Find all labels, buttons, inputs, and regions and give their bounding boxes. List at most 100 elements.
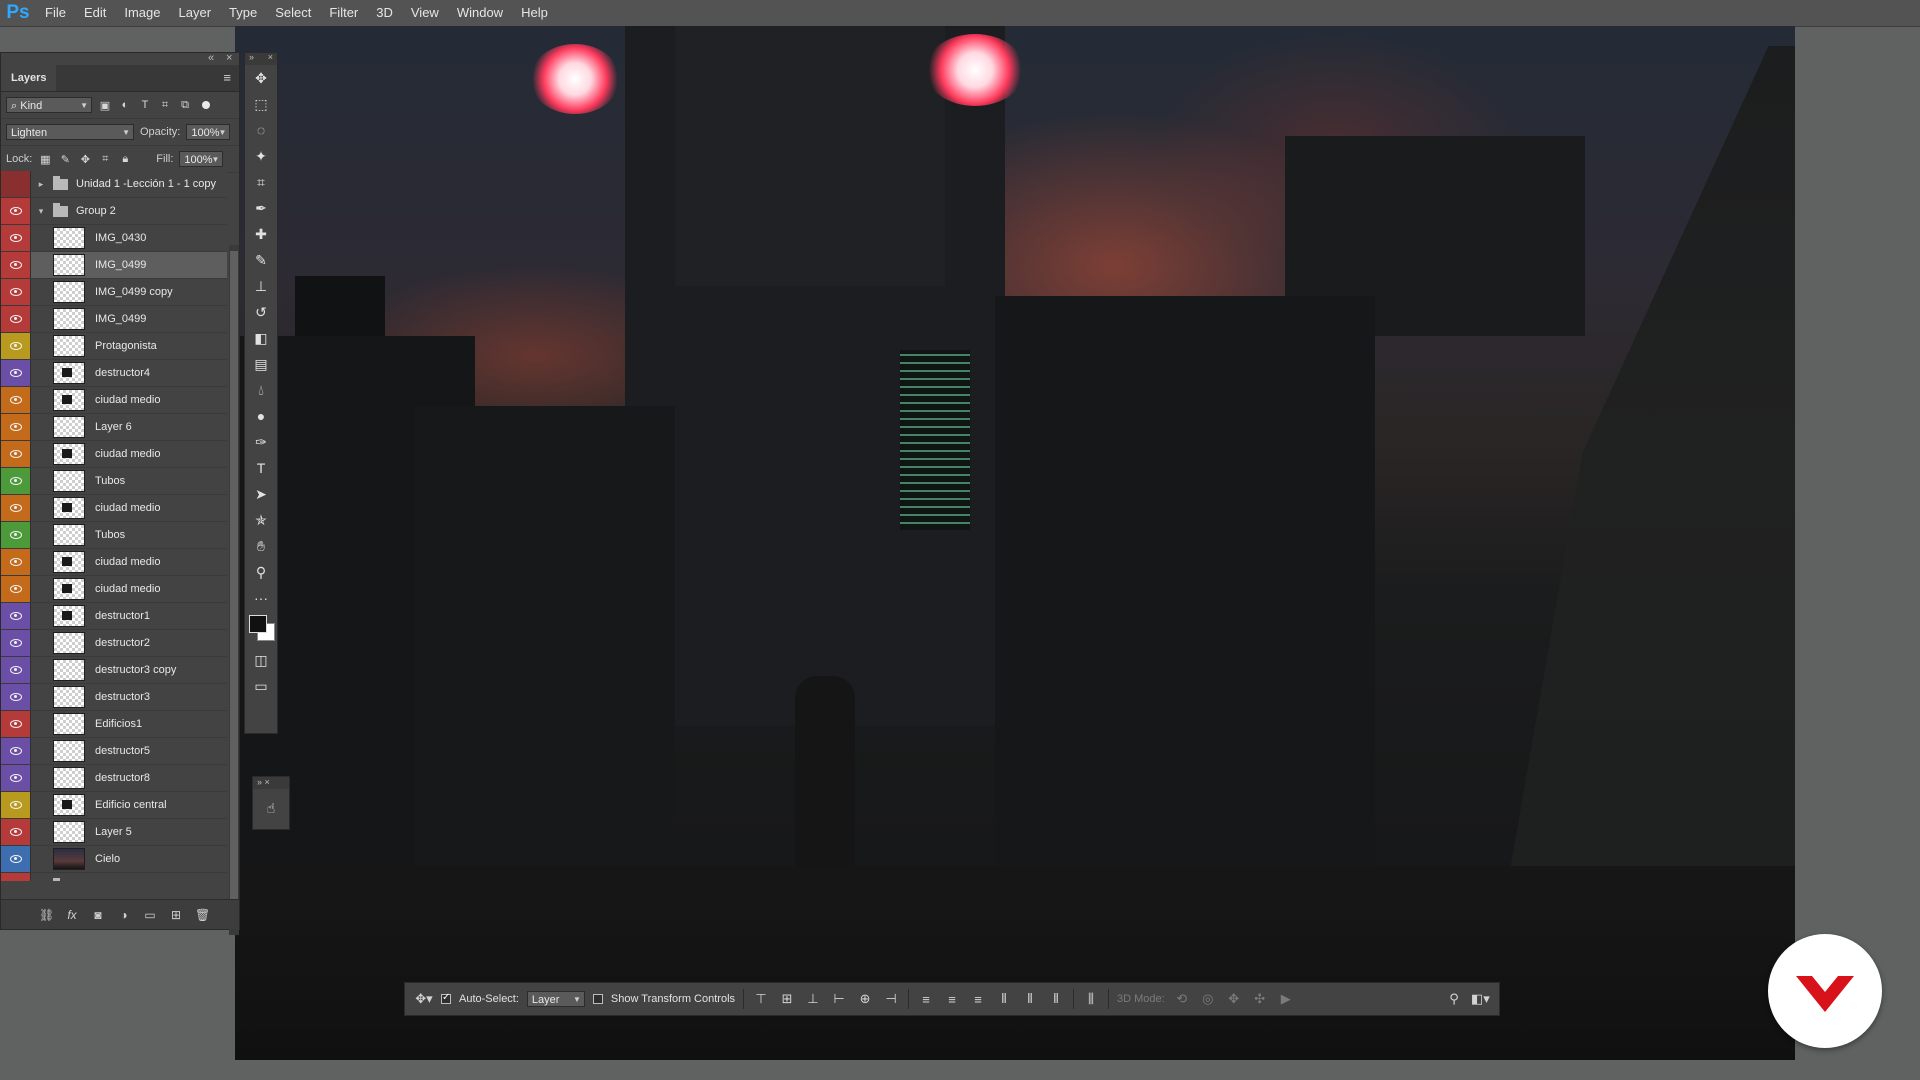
close-tools-icon[interactable]: × — [268, 52, 273, 62]
collapse-panel-icon[interactable]: « — [208, 52, 214, 64]
visibility-toggle[interactable] — [1, 711, 31, 737]
lock-image-icon[interactable]: ✎ — [58, 153, 72, 166]
auto-align-icon[interactable]: ⫼ — [1082, 991, 1100, 1007]
visibility-toggle[interactable] — [1, 171, 31, 197]
visibility-toggle[interactable] — [1, 387, 31, 413]
layer-row[interactable]: destructor2 — [1, 630, 227, 657]
eyedropper-tool-icon[interactable]: ✒ — [245, 195, 277, 221]
visibility-toggle[interactable] — [1, 657, 31, 683]
menu-help[interactable]: Help — [512, 0, 557, 26]
visibility-toggle[interactable] — [1, 684, 31, 710]
layer-row[interactable]: Layer 5 — [1, 819, 227, 846]
layer-group-row[interactable]: ▸ Group 1 — [1, 873, 227, 881]
distribute-top-icon[interactable]: ≡ — [917, 992, 935, 1007]
menu-window[interactable]: Window — [448, 0, 512, 26]
filter-kind-select[interactable]: ⌕ Kind ▼ — [6, 97, 92, 113]
menu-filter[interactable]: Filter — [320, 0, 367, 26]
move-tool-preset-icon[interactable]: ✥▾ — [415, 991, 433, 1007]
layer-row[interactable]: ciudad medio — [1, 549, 227, 576]
visibility-toggle[interactable] — [1, 279, 31, 305]
menu-layer[interactable]: Layer — [170, 0, 221, 26]
pen-tool-icon[interactable]: ✑ — [245, 429, 277, 455]
layer-row[interactable]: ciudad medio — [1, 441, 227, 468]
more-tools-icon[interactable]: ··· — [245, 585, 277, 611]
smart-object-filter-icon[interactable]: ⧉ — [178, 99, 192, 112]
lasso-tool-icon[interactable]: ◌ — [245, 117, 277, 143]
visibility-toggle[interactable] — [1, 468, 31, 494]
tab-layers[interactable]: Layers — [1, 65, 57, 91]
visibility-toggle[interactable] — [1, 873, 31, 881]
visibility-toggle[interactable] — [1, 414, 31, 440]
layer-row[interactable]: Cielo — [1, 846, 227, 873]
align-top-icon[interactable]: ⊤ — [752, 991, 770, 1007]
stamp-tool-icon[interactable]: ⊥ — [245, 273, 277, 299]
visibility-toggle[interactable] — [1, 738, 31, 764]
menu-view[interactable]: View — [402, 0, 448, 26]
magic-wand-tool-icon[interactable]: ✦ — [245, 143, 277, 169]
chevron-down-icon[interactable]: ▾ — [35, 206, 47, 217]
chevron-right-icon[interactable]: ▸ — [35, 179, 47, 190]
adjustment-filter-icon[interactable]: ◐ — [118, 99, 132, 111]
visibility-toggle[interactable] — [1, 441, 31, 467]
panel-menu-icon[interactable]: ≡ — [223, 70, 231, 85]
mask-icon[interactable]: ◙ — [91, 908, 105, 922]
layer-row[interactable]: destructor1 — [1, 603, 227, 630]
visibility-toggle[interactable] — [1, 576, 31, 602]
layer-group-row[interactable]: ▾ Group 2 — [1, 198, 227, 225]
visibility-toggle[interactable] — [1, 225, 31, 251]
visibility-toggle[interactable] — [1, 846, 31, 872]
marquee-tool-icon[interactable]: ⬚ — [245, 91, 277, 117]
layer-row[interactable]: IMG_0499 copy — [1, 279, 227, 306]
crop-tool-icon[interactable]: ⌗ — [245, 169, 277, 195]
layer-row[interactable]: Layer 6 — [1, 414, 227, 441]
distribute-hcenter-icon[interactable]: ⫴ — [1021, 991, 1039, 1007]
distribute-vcenter-icon[interactable]: ≡ — [943, 992, 961, 1007]
layer-row[interactable]: Tubos — [1, 468, 227, 495]
visibility-toggle[interactable] — [1, 765, 31, 791]
dodge-tool-icon[interactable]: ● — [245, 403, 277, 429]
eraser-tool-icon[interactable]: ◧ — [245, 325, 277, 351]
menu-file[interactable]: File — [36, 0, 75, 26]
workspace-icon[interactable]: ◧▾ — [1471, 991, 1490, 1007]
type-tool-icon[interactable]: T — [245, 455, 277, 481]
document-canvas[interactable] — [235, 26, 1795, 1060]
layer-row[interactable]: IMG_0430 — [1, 225, 227, 252]
layer-row[interactable]: IMG_0499 — [1, 306, 227, 333]
close-panel-icon[interactable]: × — [226, 52, 232, 64]
touch-hand-icon[interactable]: ☝ — [253, 789, 289, 827]
visibility-toggle[interactable] — [1, 522, 31, 548]
visibility-toggle[interactable] — [1, 549, 31, 575]
align-horizontal-center-icon[interactable]: ⊕ — [856, 991, 874, 1007]
hand-tool-icon[interactable]: ✋︎ — [245, 533, 277, 559]
layer-row[interactable]: ciudad medio — [1, 576, 227, 603]
layer-group-row[interactable]: ▸ Unidad 1 -Lección 1 - 1 copy — [1, 171, 227, 198]
color-swatches[interactable] — [245, 611, 277, 647]
gradient-tool-icon[interactable]: ▤ — [245, 351, 277, 377]
layer-row[interactable]: destructor3 copy — [1, 657, 227, 684]
link-icon[interactable]: ⛓ — [39, 908, 54, 922]
align-left-icon[interactable]: ⊢ — [830, 991, 848, 1007]
brush-tool-icon[interactable]: ✎ — [245, 247, 277, 273]
layer-row[interactable]: Edificio central — [1, 792, 227, 819]
shape-filter-icon[interactable]: ⌗ — [158, 99, 172, 112]
chevron-right-icon[interactable]: ▸ — [35, 881, 47, 882]
history-brush-tool-icon[interactable]: ↺ — [245, 299, 277, 325]
menu-type[interactable]: Type — [220, 0, 266, 26]
layer-row[interactable]: Edificios1 — [1, 711, 227, 738]
foreground-color-swatch[interactable] — [249, 615, 267, 633]
menu-image[interactable]: Image — [115, 0, 169, 26]
distribute-right-icon[interactable]: ⫴ — [1047, 991, 1065, 1007]
screen-mode-icon[interactable]: ▭ — [245, 673, 277, 699]
layer-row[interactable]: ciudad medio — [1, 387, 227, 414]
visibility-toggle[interactable] — [1, 360, 31, 386]
visibility-toggle[interactable] — [1, 630, 31, 656]
visibility-toggle[interactable] — [1, 819, 31, 845]
menu-select[interactable]: Select — [266, 0, 320, 26]
trash-icon[interactable]: 🗑︎ — [195, 908, 210, 922]
layer-row[interactable]: destructor3 — [1, 684, 227, 711]
type-filter-icon[interactable]: T — [138, 99, 152, 111]
layer-scrollbar[interactable] — [229, 245, 239, 935]
healing-tool-icon[interactable]: ✚ — [245, 221, 277, 247]
lock-transparent-icon[interactable]: ▦ — [38, 153, 52, 166]
path-select-tool-icon[interactable]: ➤ — [245, 481, 277, 507]
